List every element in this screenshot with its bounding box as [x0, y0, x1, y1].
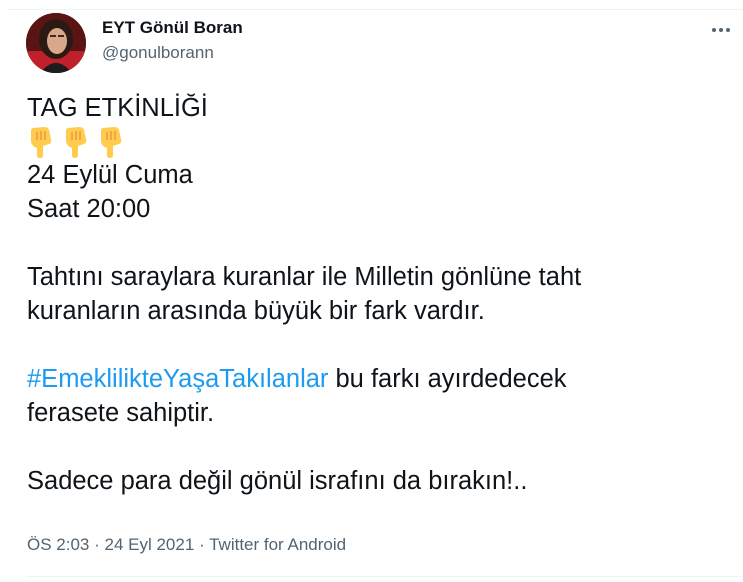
pointing-down-emoji-icon: [62, 126, 90, 158]
tweet-line-time: Saat 20:00: [27, 194, 151, 223]
hashtag-link[interactable]: #EmeklilikteYaşaTakılanlar: [27, 365, 328, 393]
meta-separator: ·: [89, 535, 105, 554]
tweet-time-link[interactable]: ÖS 2:03: [27, 535, 89, 554]
tweet-para2-line2: kuranların arasında büyük bir fark vardı…: [27, 296, 485, 325]
tweet-para4: Sadece para değil gönül israfını da bıra…: [27, 467, 528, 495]
more-horizontal-icon: [711, 20, 731, 38]
tweet-para3-rest: bu farkı ayırdedecek: [328, 365, 567, 393]
bottom-divider: [26, 576, 743, 577]
tweet-text: TAG ETKİNLİĞİ 24 Eylül Cuma Saat 20:00 T…: [27, 92, 727, 499]
tweet-para2-line1: Tahtını saraylara kuranlar ile Milletin …: [27, 263, 582, 291]
pointing-down-emoji-icon: [97, 126, 125, 158]
more-options-button[interactable]: [706, 14, 736, 44]
top-divider: [8, 9, 743, 10]
tweet-para3-line2: ferasete sahiptir.: [27, 398, 215, 427]
emoji-row: [27, 126, 727, 160]
avatar[interactable]: [26, 13, 86, 73]
tweet-meta: ÖS 2:03 · 24 Eyl 2021 · Twitter for Andr…: [27, 535, 346, 555]
author-handle[interactable]: @gonulborann: [102, 43, 214, 63]
tweet-date-link[interactable]: 24 Eyl 2021: [104, 535, 194, 554]
tweet-source-link[interactable]: Twitter for Android: [209, 535, 346, 554]
author-display-name[interactable]: EYT Gönül Boran: [102, 18, 243, 38]
pointing-down-emoji-icon: [27, 126, 55, 158]
tweet-line-date: 24 Eylül Cuma: [27, 161, 193, 189]
meta-separator: ·: [194, 535, 210, 554]
tweet-line-title: TAG ETKİNLİĞİ: [27, 94, 208, 122]
tweet-para3-line1: #EmeklilikteYaşaTakılanlar bu farkı ayır…: [27, 363, 727, 397]
